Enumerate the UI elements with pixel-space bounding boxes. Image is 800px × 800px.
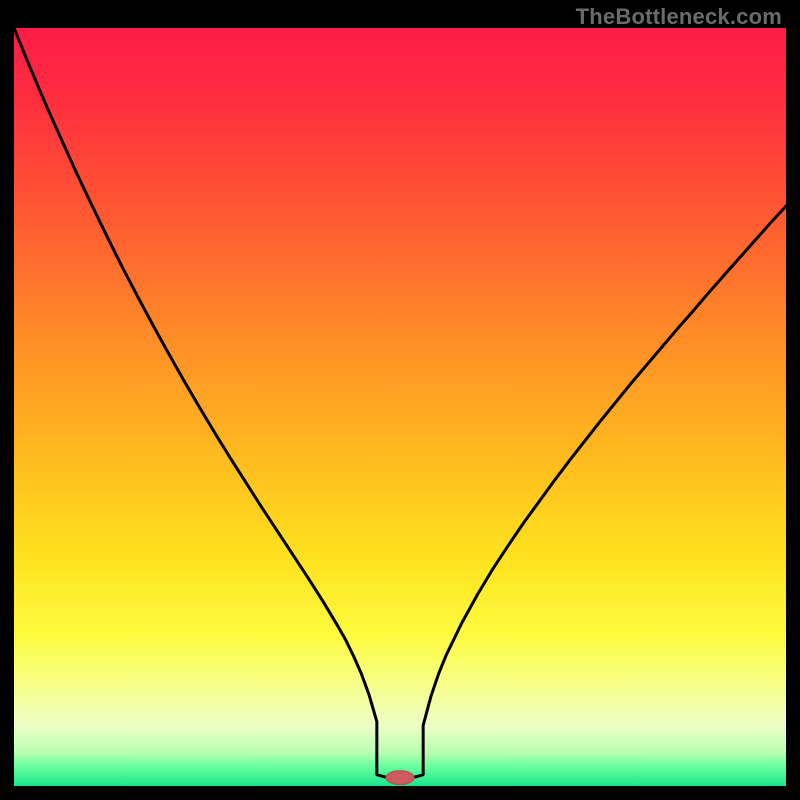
minimum-marker [386,771,414,785]
plot-area [14,28,786,786]
gradient-background [14,28,786,786]
watermark-text: TheBottleneck.com [576,4,782,30]
chart-svg [14,28,786,786]
chart-container: TheBottleneck.com [0,0,800,800]
